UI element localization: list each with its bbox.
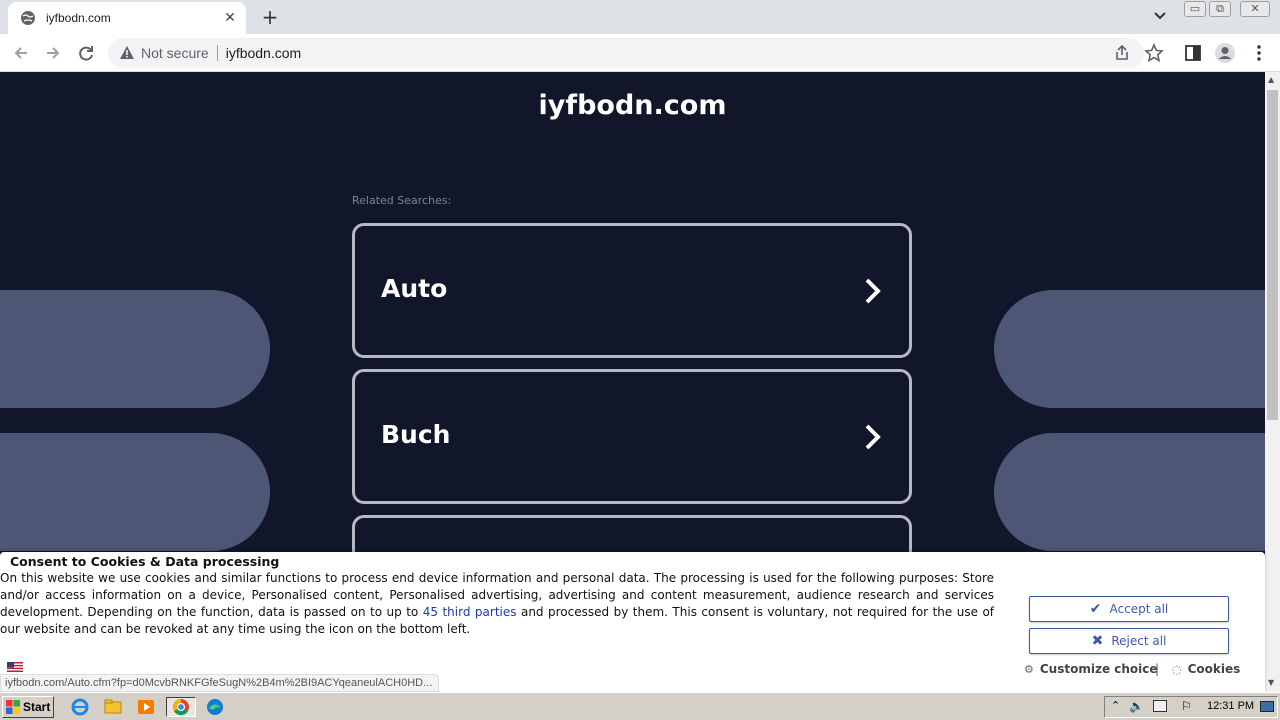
decorative-pill xyxy=(0,290,270,408)
decorative-pill xyxy=(994,290,1265,408)
chrome-taskbar-button[interactable] xyxy=(166,697,196,717)
checkmark-icon: ✔ xyxy=(1089,601,1102,617)
accept-all-label: Accept all xyxy=(1109,602,1169,616)
edge-icon[interactable] xyxy=(204,697,226,717)
chrome-icon xyxy=(172,698,189,716)
tab-title: iyfbodn.com xyxy=(46,11,111,25)
third-parties-link[interactable]: 45 third parties xyxy=(423,605,517,619)
minimize-button[interactable]: ▭ xyxy=(1184,1,1206,17)
star-icon[interactable] xyxy=(1143,42,1165,64)
start-button[interactable]: Start xyxy=(2,696,54,718)
new-tab-button[interactable]: + xyxy=(258,6,282,28)
cookies-label: Cookies xyxy=(1187,662,1241,676)
warning-icon[interactable] xyxy=(119,45,135,61)
reject-all-button[interactable]: ✖ Reject all xyxy=(1029,628,1229,654)
url-text[interactable]: iyfbodn.com xyxy=(226,45,301,61)
close-window-button[interactable]: ✕ xyxy=(1240,1,1270,17)
cookie-consent-banner: Consent to Cookies & Data processing On … xyxy=(0,552,1265,692)
customize-choice-link[interactable]: ⚙ Customize choice xyxy=(1024,662,1158,676)
tab-search-icon[interactable] xyxy=(1150,8,1170,24)
restore-button[interactable]: ⧉ xyxy=(1209,1,1231,17)
customize-choice-label: Customize choice xyxy=(1039,662,1158,676)
ie-icon[interactable] xyxy=(69,697,91,717)
omnibox-divider xyxy=(216,45,218,61)
decorative-pill xyxy=(994,433,1265,551)
search-link-auto[interactable]: Auto xyxy=(352,223,912,358)
network-icon[interactable] xyxy=(1153,700,1167,712)
flag-notify-icon[interactable]: ⚐ xyxy=(1181,699,1192,713)
consent-title: Consent to Cookies & Data processing xyxy=(10,554,280,569)
search-link-buch[interactable]: Buch xyxy=(352,369,912,504)
system-tray: ⌃ 🔈 ⚐ 12:31 PM xyxy=(1104,696,1278,718)
page-scrollbar[interactable]: ▲ ▼ xyxy=(1265,72,1280,692)
explorer-icon[interactable] xyxy=(102,697,124,717)
scroll-up-icon[interactable]: ▲ xyxy=(1268,75,1274,84)
clock[interactable]: 12:31 PM xyxy=(1207,700,1254,712)
show-desktop-icon[interactable] xyxy=(1260,701,1274,712)
forward-icon[interactable] xyxy=(42,42,64,64)
cross-icon: ✖ xyxy=(1091,633,1104,649)
chevron-right-icon xyxy=(865,278,881,304)
reject-all-label: Reject all xyxy=(1111,634,1167,648)
reload-icon[interactable] xyxy=(75,42,97,64)
scrollbar-thumb[interactable] xyxy=(1267,90,1278,420)
windows-taskbar: Start ⌃ 🔈 ⚐ 12:31 PM xyxy=(0,692,1280,720)
cookies-link[interactable]: ◌ Cookies xyxy=(1172,662,1240,676)
media-player-icon[interactable] xyxy=(135,697,157,717)
gear-icon: ⚙ xyxy=(1024,662,1034,676)
sidepanel-icon[interactable] xyxy=(1182,42,1204,64)
search-link-label: Auto xyxy=(381,274,448,303)
profile-icon[interactable] xyxy=(1214,42,1236,64)
start-label: Start xyxy=(23,700,51,714)
cookie-icon: ◌ xyxy=(1172,662,1182,676)
globe-icon xyxy=(21,11,35,25)
decorative-pill xyxy=(0,433,270,551)
browser-toolbar: Not secure iyfbodn.com xyxy=(0,34,1280,72)
address-bar[interactable]: Not secure iyfbodn.com xyxy=(108,38,1144,68)
back-icon[interactable] xyxy=(10,42,32,64)
link-separator: | xyxy=(1155,662,1160,676)
chevron-up-icon[interactable]: ⌃ xyxy=(1111,699,1120,712)
windows-logo-icon xyxy=(6,700,20,714)
consent-text: On this website we use cookies and simil… xyxy=(0,570,994,638)
scroll-down-icon[interactable]: ▼ xyxy=(1268,678,1274,687)
share-icon[interactable] xyxy=(1111,42,1133,64)
speaker-icon[interactable]: 🔈 xyxy=(1129,699,1144,713)
search-link-label: Buch xyxy=(381,420,451,449)
browser-tab[interactable]: iyfbodn.com ✕ xyxy=(8,2,246,34)
tab-strip: iyfbodn.com ✕ + ▭ ⧉ ✕ xyxy=(0,0,1280,34)
related-searches-label: Related Searches: xyxy=(352,194,452,207)
security-label[interactable]: Not secure xyxy=(141,45,209,61)
chevron-right-icon xyxy=(865,424,881,450)
tab-close-icon[interactable]: ✕ xyxy=(222,10,238,26)
site-title: iyfbodn.com xyxy=(538,90,727,121)
menu-icon[interactable] xyxy=(1248,42,1270,64)
accept-all-button[interactable]: ✔ Accept all xyxy=(1029,596,1229,622)
flag-icon[interactable] xyxy=(7,662,23,672)
status-bar-url: iyfbodn.com/Auto.cfm?fp=d0McvbRNKFGfeSug… xyxy=(0,674,440,692)
